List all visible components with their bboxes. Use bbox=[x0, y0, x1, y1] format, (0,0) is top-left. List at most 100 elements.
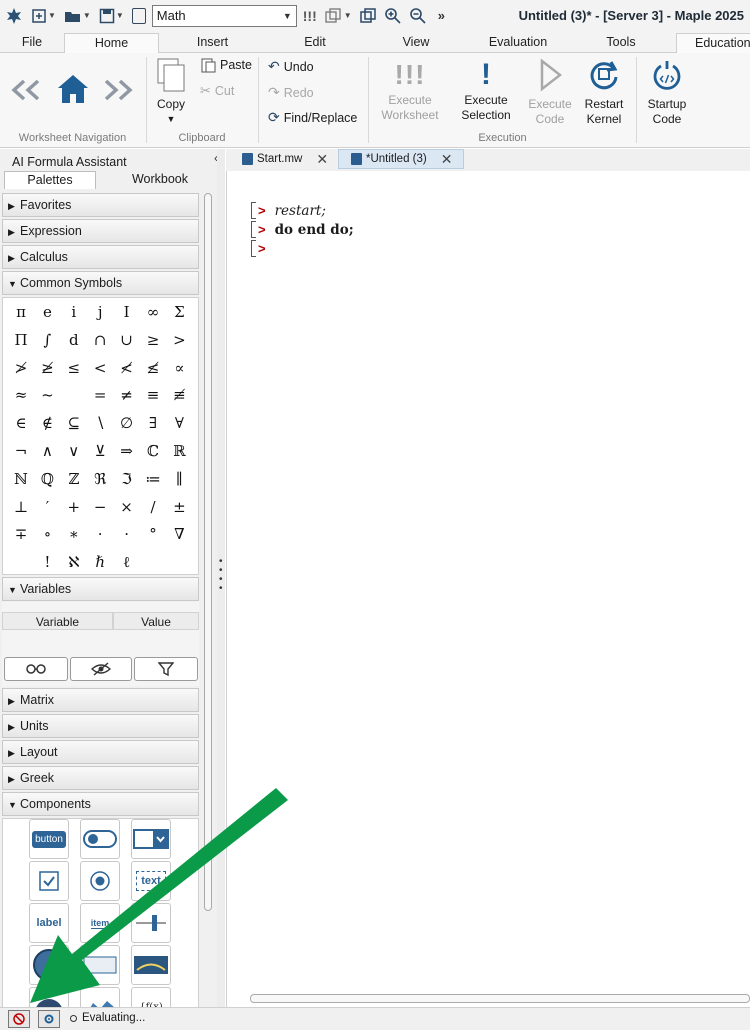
symbol-cell[interactable]: · bbox=[87, 520, 113, 548]
back-arrow-icon[interactable] bbox=[8, 77, 44, 107]
find-replace-button[interactable]: ⟳ Find/Replace bbox=[268, 109, 357, 126]
hide-variables-button[interactable] bbox=[70, 657, 132, 681]
symbol-cell[interactable]: ∪ bbox=[114, 326, 140, 354]
palette-favorites[interactable]: ▶ Favorites bbox=[2, 193, 199, 217]
doc-tab-untitled[interactable]: *Untitled (3) ✕ bbox=[338, 149, 464, 169]
undo-button[interactable]: ↶ Undo bbox=[268, 58, 314, 75]
symbol-cell[interactable]: ≢ bbox=[166, 381, 192, 409]
component-gauge[interactable] bbox=[131, 945, 171, 985]
symbol-cell[interactable]: ∞ bbox=[140, 298, 166, 326]
startup-code-button[interactable]: Startup Code bbox=[640, 57, 694, 127]
tab-view[interactable]: View bbox=[386, 33, 446, 53]
symbol-cell[interactable]: I bbox=[114, 298, 140, 326]
palette-matrix[interactable]: ▶ Matrix bbox=[2, 688, 199, 712]
zoom-in-icon[interactable] bbox=[384, 4, 401, 28]
tab-education[interactable]: Education bbox=[676, 33, 750, 53]
symbol-cell[interactable]: − bbox=[87, 493, 113, 521]
component-radio-button[interactable] bbox=[80, 861, 120, 901]
component-dial[interactable] bbox=[29, 945, 69, 985]
close-icon[interactable]: ✕ bbox=[441, 150, 453, 169]
windows-icon[interactable]: ▼ bbox=[325, 4, 352, 28]
variable-column-header[interactable]: Variable bbox=[2, 612, 113, 630]
symbol-cell[interactable]: ~ bbox=[34, 381, 60, 409]
mode-select[interactable]: Math ▼ bbox=[151, 4, 297, 27]
execution-group-1[interactable]: > restart; bbox=[251, 202, 326, 219]
symbol-cell[interactable]: ∇ bbox=[166, 520, 192, 548]
component-math-container[interactable]: {f(x) bbox=[131, 987, 171, 1007]
symbol-cell[interactable]: ∓ bbox=[8, 520, 34, 548]
symbol-cell[interactable]: d bbox=[61, 326, 87, 354]
worksheet[interactable]: > restart; > do end do; > bbox=[226, 171, 750, 1007]
symbol-cell[interactable]: ≥ bbox=[140, 326, 166, 354]
tab-edit[interactable]: Edit bbox=[285, 33, 345, 53]
copy-window-icon[interactable] bbox=[359, 4, 376, 28]
interrupt-button[interactable] bbox=[8, 1010, 30, 1028]
symbol-cell[interactable]: i bbox=[61, 298, 87, 326]
doc-tab-start[interactable]: Start.mw ✕ bbox=[230, 149, 336, 169]
chevron-down-icon[interactable]: ▼ bbox=[83, 11, 91, 20]
close-icon[interactable]: ✕ bbox=[316, 150, 328, 169]
home-icon[interactable] bbox=[55, 73, 91, 109]
symbol-cell[interactable]: ℓ bbox=[114, 548, 140, 576]
symbol-cell[interactable]: ⊥ bbox=[8, 493, 34, 521]
symbol-cell[interactable]: ⊻ bbox=[87, 437, 113, 465]
symbol-cell[interactable]: ∫ bbox=[34, 326, 60, 354]
tab-tools[interactable]: Tools bbox=[590, 33, 652, 53]
chevron-down-icon[interactable]: ▼ bbox=[344, 11, 352, 20]
forward-arrow-icon[interactable] bbox=[100, 77, 136, 107]
symbol-cell[interactable]: j bbox=[87, 298, 113, 326]
symbol-cell[interactable]: Σ bbox=[166, 298, 192, 326]
symbol-cell[interactable]: ≠ bbox=[114, 381, 140, 409]
execution-group-3[interactable]: > bbox=[251, 240, 275, 257]
chevron-down-icon[interactable]: ▼ bbox=[116, 11, 124, 20]
palette-components[interactable]: ▼ Components bbox=[2, 792, 199, 816]
component-list-box[interactable]: item bbox=[80, 903, 120, 943]
execute-all-icon[interactable]: !!! bbox=[303, 4, 317, 28]
symbol-cell[interactable]: × bbox=[114, 493, 140, 521]
symbol-cell[interactable]: ℜ bbox=[87, 465, 113, 493]
symbol-cell[interactable]: e bbox=[34, 298, 60, 326]
symbol-cell[interactable]: ∘ bbox=[34, 520, 60, 548]
open-folder-icon[interactable]: ▼ bbox=[64, 4, 91, 28]
component-meter[interactable] bbox=[80, 945, 120, 985]
symbol-cell[interactable]: π bbox=[8, 298, 34, 326]
input-line[interactable]: restart; bbox=[275, 203, 326, 219]
symbol-cell[interactable]: ∅ bbox=[114, 409, 140, 437]
palette-calculus[interactable]: ▶ Calculus bbox=[2, 245, 199, 269]
horizontal-scrollbar[interactable] bbox=[250, 994, 750, 1003]
symbol-cell[interactable]: ℤ bbox=[61, 465, 87, 493]
symbol-cell[interactable]: ℝ bbox=[166, 437, 192, 465]
component-toggle[interactable] bbox=[80, 819, 120, 859]
execute-worksheet-button[interactable]: !!! Execute Worksheet bbox=[376, 57, 444, 123]
symbol-cell[interactable]: ∈ bbox=[8, 409, 34, 437]
value-column-header[interactable]: Value bbox=[113, 612, 199, 630]
show-variables-button[interactable] bbox=[4, 657, 68, 681]
tab-home[interactable]: Home bbox=[64, 33, 159, 53]
symbol-cell[interactable]: ℑ bbox=[114, 465, 140, 493]
new-document-icon[interactable]: ▼ bbox=[31, 4, 56, 28]
symbol-cell[interactable]: ≡ bbox=[140, 381, 166, 409]
panel-splitter[interactable]: • • • • bbox=[217, 149, 225, 1007]
symbol-cell[interactable]: ± bbox=[166, 493, 192, 521]
component-slider[interactable] bbox=[131, 903, 171, 943]
symbol-cell[interactable]: ¬ bbox=[8, 437, 34, 465]
restart-kernel-button[interactable]: Restart Kernel bbox=[578, 57, 630, 127]
symbol-cell[interactable]: + bbox=[61, 493, 87, 521]
symbol-cell[interactable]: ∩ bbox=[87, 326, 113, 354]
input-line[interactable]: do end do; bbox=[275, 222, 354, 238]
zoom-out-icon[interactable] bbox=[409, 4, 426, 28]
symbol-cell[interactable]: ℕ bbox=[8, 465, 34, 493]
symbol-cell[interactable]: ∧ bbox=[34, 437, 60, 465]
tab-file[interactable]: File bbox=[8, 33, 56, 53]
component-plot[interactable] bbox=[29, 987, 69, 1007]
symbol-cell[interactable]: · bbox=[114, 520, 140, 548]
symbol-cell[interactable]: ∨ bbox=[61, 437, 87, 465]
cut-button[interactable]: ✂ Cut bbox=[200, 83, 234, 99]
symbol-cell[interactable]: ≯ bbox=[8, 354, 34, 382]
save-icon[interactable]: ▼ bbox=[99, 4, 124, 28]
symbol-cell[interactable]: ℂ bbox=[140, 437, 166, 465]
symbol-cell[interactable]: ≈ bbox=[8, 381, 34, 409]
execution-group-2[interactable]: > do end do; bbox=[251, 221, 354, 238]
chevron-down-icon[interactable]: ▼ bbox=[152, 112, 190, 127]
symbol-cell[interactable]: ⇒ bbox=[114, 437, 140, 465]
